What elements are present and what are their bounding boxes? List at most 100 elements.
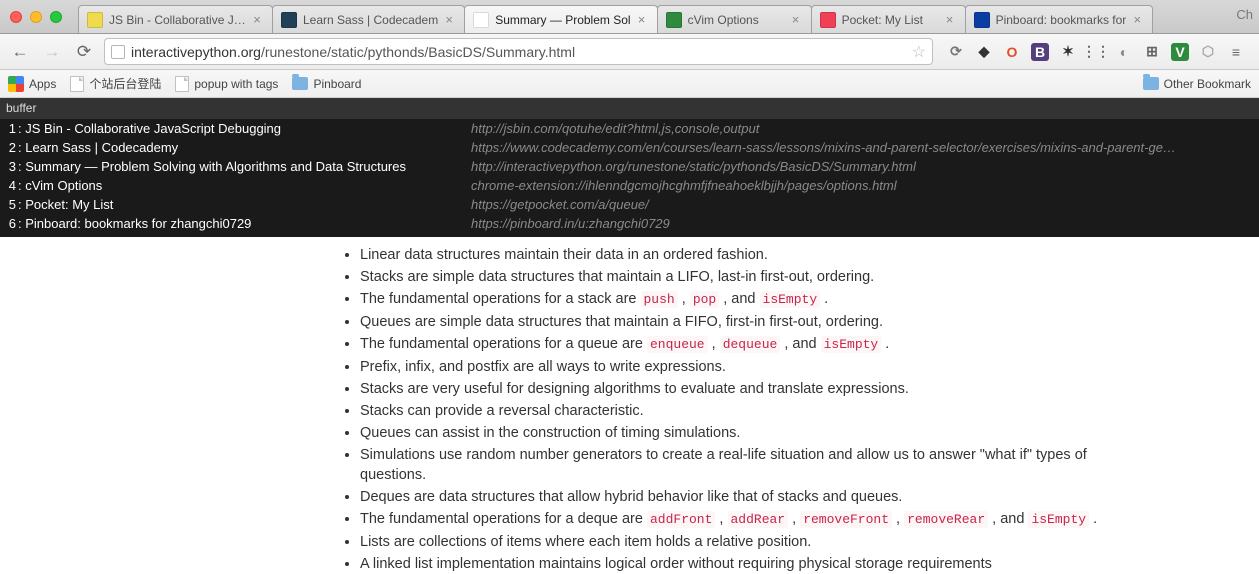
code-literal: push <box>641 291 678 308</box>
bookmark-item[interactable]: Pinboard <box>292 77 361 91</box>
tab-title: Pocket: My List <box>842 13 939 27</box>
buffer-url: https://pinboard.in/u:zhangchi0729 <box>471 214 1253 233</box>
list-item: The fundamental operations for a queue a… <box>360 334 1120 355</box>
code-literal: isEmpty <box>821 336 882 353</box>
bookmark-label: 个站后台登陆 <box>89 75 161 92</box>
bookmark-label: popup with tags <box>194 77 278 91</box>
tab-close-icon[interactable]: × <box>442 13 456 27</box>
omnibox[interactable]: interactivepython.org/runestone/static/p… <box>104 38 933 65</box>
buffer-row[interactable]: 1: JS Bin - Collaborative JavaScript Deb… <box>0 119 1259 138</box>
buffer-header: buffer <box>0 98 1259 119</box>
folder-icon <box>1143 77 1159 90</box>
favicon <box>974 12 990 28</box>
window-close-button[interactable] <box>10 11 22 23</box>
buffer-title: : Summary — Problem Solving with Algorit… <box>16 157 471 176</box>
bookmarks-bar: Apps 个站后台登陆 popup with tags Pinboard Other… <box>0 70 1259 98</box>
page-icon <box>175 76 189 92</box>
buffer-index: 5 <box>6 195 16 214</box>
extension-icon-5[interactable]: ✶ <box>1059 43 1077 61</box>
url-host: interactivepython.org <box>131 44 261 60</box>
buffer-row[interactable]: 3: Summary — Problem Solving with Algori… <box>0 157 1259 176</box>
tabstrip: JS Bin - Collaborative Jav×Learn Sass | … <box>0 0 1259 34</box>
tab-1[interactable]: Learn Sass | Codecadem× <box>272 5 465 33</box>
extension-icons: ⟳ ◆ OB ✶ ⋮⋮ ◐ ⊞ V ⬡ ≡ <box>941 43 1251 61</box>
extension-icon-7[interactable]: ◐ <box>1115 43 1133 61</box>
code-literal: enqueue <box>647 336 708 353</box>
buffer-row[interactable]: 4: cVim Optionschrome-extension://ihlenn… <box>0 176 1259 195</box>
extension-icon-8[interactable]: ⊞ <box>1143 43 1161 61</box>
bookmark-item[interactable]: 个站后台登陆 <box>70 75 161 92</box>
buffer-title: : JS Bin - Collaborative JavaScript Debu… <box>16 119 471 138</box>
buffer-url: http://jsbin.com/qotuhe/edit?html,js,con… <box>471 119 1253 138</box>
extension-icon-10[interactable]: ⬡ <box>1199 43 1217 61</box>
favicon <box>281 12 297 28</box>
favicon <box>820 12 836 28</box>
buffer-url: http://interactivepython.org/runestone/s… <box>471 157 1253 176</box>
extension-icon-1[interactable]: ⟳ <box>947 43 965 61</box>
ublock-ext-icon[interactable]: O <box>1003 43 1021 61</box>
window-minimize-button[interactable] <box>30 11 42 23</box>
list-item: Stacks can provide a reversal characteri… <box>360 401 1120 421</box>
buffer-url: https://getpocket.com/a/queue/ <box>471 195 1253 214</box>
tab-close-icon[interactable]: × <box>943 13 957 27</box>
tab-close-icon[interactable]: × <box>250 13 264 27</box>
buffer-url: https://www.codecademy.com/en/courses/le… <box>471 138 1253 157</box>
code-literal: isEmpty <box>760 291 821 308</box>
other-bookmarks[interactable]: Other Bookmark <box>1143 77 1251 91</box>
tab-title: cVim Options <box>688 13 785 27</box>
list-item: Queues can assist in the construction of… <box>360 423 1120 443</box>
list-item: The fundamental operations for a deque a… <box>360 509 1120 530</box>
code-literal: removeRear <box>904 511 988 528</box>
buffer-row[interactable]: 6: Pinboard: bookmarks for zhangchi0729h… <box>0 214 1259 233</box>
pocket-ext-icon[interactable]: ◆ <box>975 43 993 61</box>
tab-5[interactable]: Pinboard: bookmarks for× <box>965 5 1154 33</box>
page-icon <box>70 76 84 92</box>
tab-3[interactable]: cVim Options × <box>657 5 812 33</box>
tab-close-icon[interactable]: × <box>789 13 803 27</box>
buffer-row[interactable]: 2: Learn Sass | Codecademyhttps://www.co… <box>0 138 1259 157</box>
list-item: Lists are collections of items where eac… <box>360 532 1120 552</box>
tab-close-icon[interactable]: × <box>1130 13 1144 27</box>
list-item: A linked list implementation maintains l… <box>360 554 1120 574</box>
page-content: Linear data structures maintain their da… <box>0 237 1259 574</box>
code-literal: pop <box>690 291 719 308</box>
tab-2[interactable]: Summary — Problem Sol× <box>464 5 657 33</box>
buffer-index: 3 <box>6 157 16 176</box>
list-item: Simulations use random number generators… <box>360 445 1120 485</box>
apps-icon <box>8 76 24 92</box>
menu-icon[interactable]: ≡ <box>1227 43 1245 61</box>
buffer-title: : cVim Options <box>16 176 471 195</box>
site-info-icon[interactable] <box>111 45 125 59</box>
buffer-row[interactable]: 5: Pocket: My Listhttps://getpocket.com/… <box>0 195 1259 214</box>
apps-button[interactable]: Apps <box>8 76 56 92</box>
forward-button[interactable]: → <box>40 40 64 64</box>
bookmark-star-icon[interactable]: ☆ <box>912 42 926 62</box>
code-literal: addFront <box>647 511 715 528</box>
cvim-buffer-overlay: buffer 1: JS Bin - Collaborative JavaScr… <box>0 98 1259 237</box>
tab-0[interactable]: JS Bin - Collaborative Jav× <box>78 5 273 33</box>
new-tab-button[interactable] <box>1156 9 1182 33</box>
list-item: Prefix, infix, and postfix are all ways … <box>360 357 1120 377</box>
extension-icon-6[interactable]: ⋮⋮ <box>1087 43 1105 61</box>
toolbar: ← → ⟳ interactivepython.org/runestone/st… <box>0 34 1259 70</box>
buffer-title: : Learn Sass | Codecademy <box>16 138 471 157</box>
reload-button[interactable]: ⟳ <box>72 40 96 64</box>
summary-list: Linear data structures maintain their da… <box>340 245 1120 574</box>
chrome-user-label: Ch <box>1236 7 1259 26</box>
buffer-title: : Pocket: My List <box>16 195 471 214</box>
vim-ext-icon[interactable]: V <box>1171 43 1189 61</box>
back-button[interactable]: ← <box>8 40 32 64</box>
buffer-index: 6 <box>6 214 16 233</box>
list-item: Queues are simple data structures that m… <box>360 312 1120 332</box>
buffer-index: 4 <box>6 176 16 195</box>
favicon <box>473 12 489 28</box>
folder-icon <box>292 77 308 90</box>
favicon <box>87 12 103 28</box>
bootstrap-ext-icon[interactable]: B <box>1031 43 1049 61</box>
bookmark-item[interactable]: popup with tags <box>175 76 278 92</box>
window-maximize-button[interactable] <box>50 11 62 23</box>
tab-4[interactable]: Pocket: My List × <box>811 5 966 33</box>
buffer-index: 1 <box>6 119 16 138</box>
list-item: The fundamental operations for a stack a… <box>360 289 1120 310</box>
tab-close-icon[interactable]: × <box>635 13 649 27</box>
